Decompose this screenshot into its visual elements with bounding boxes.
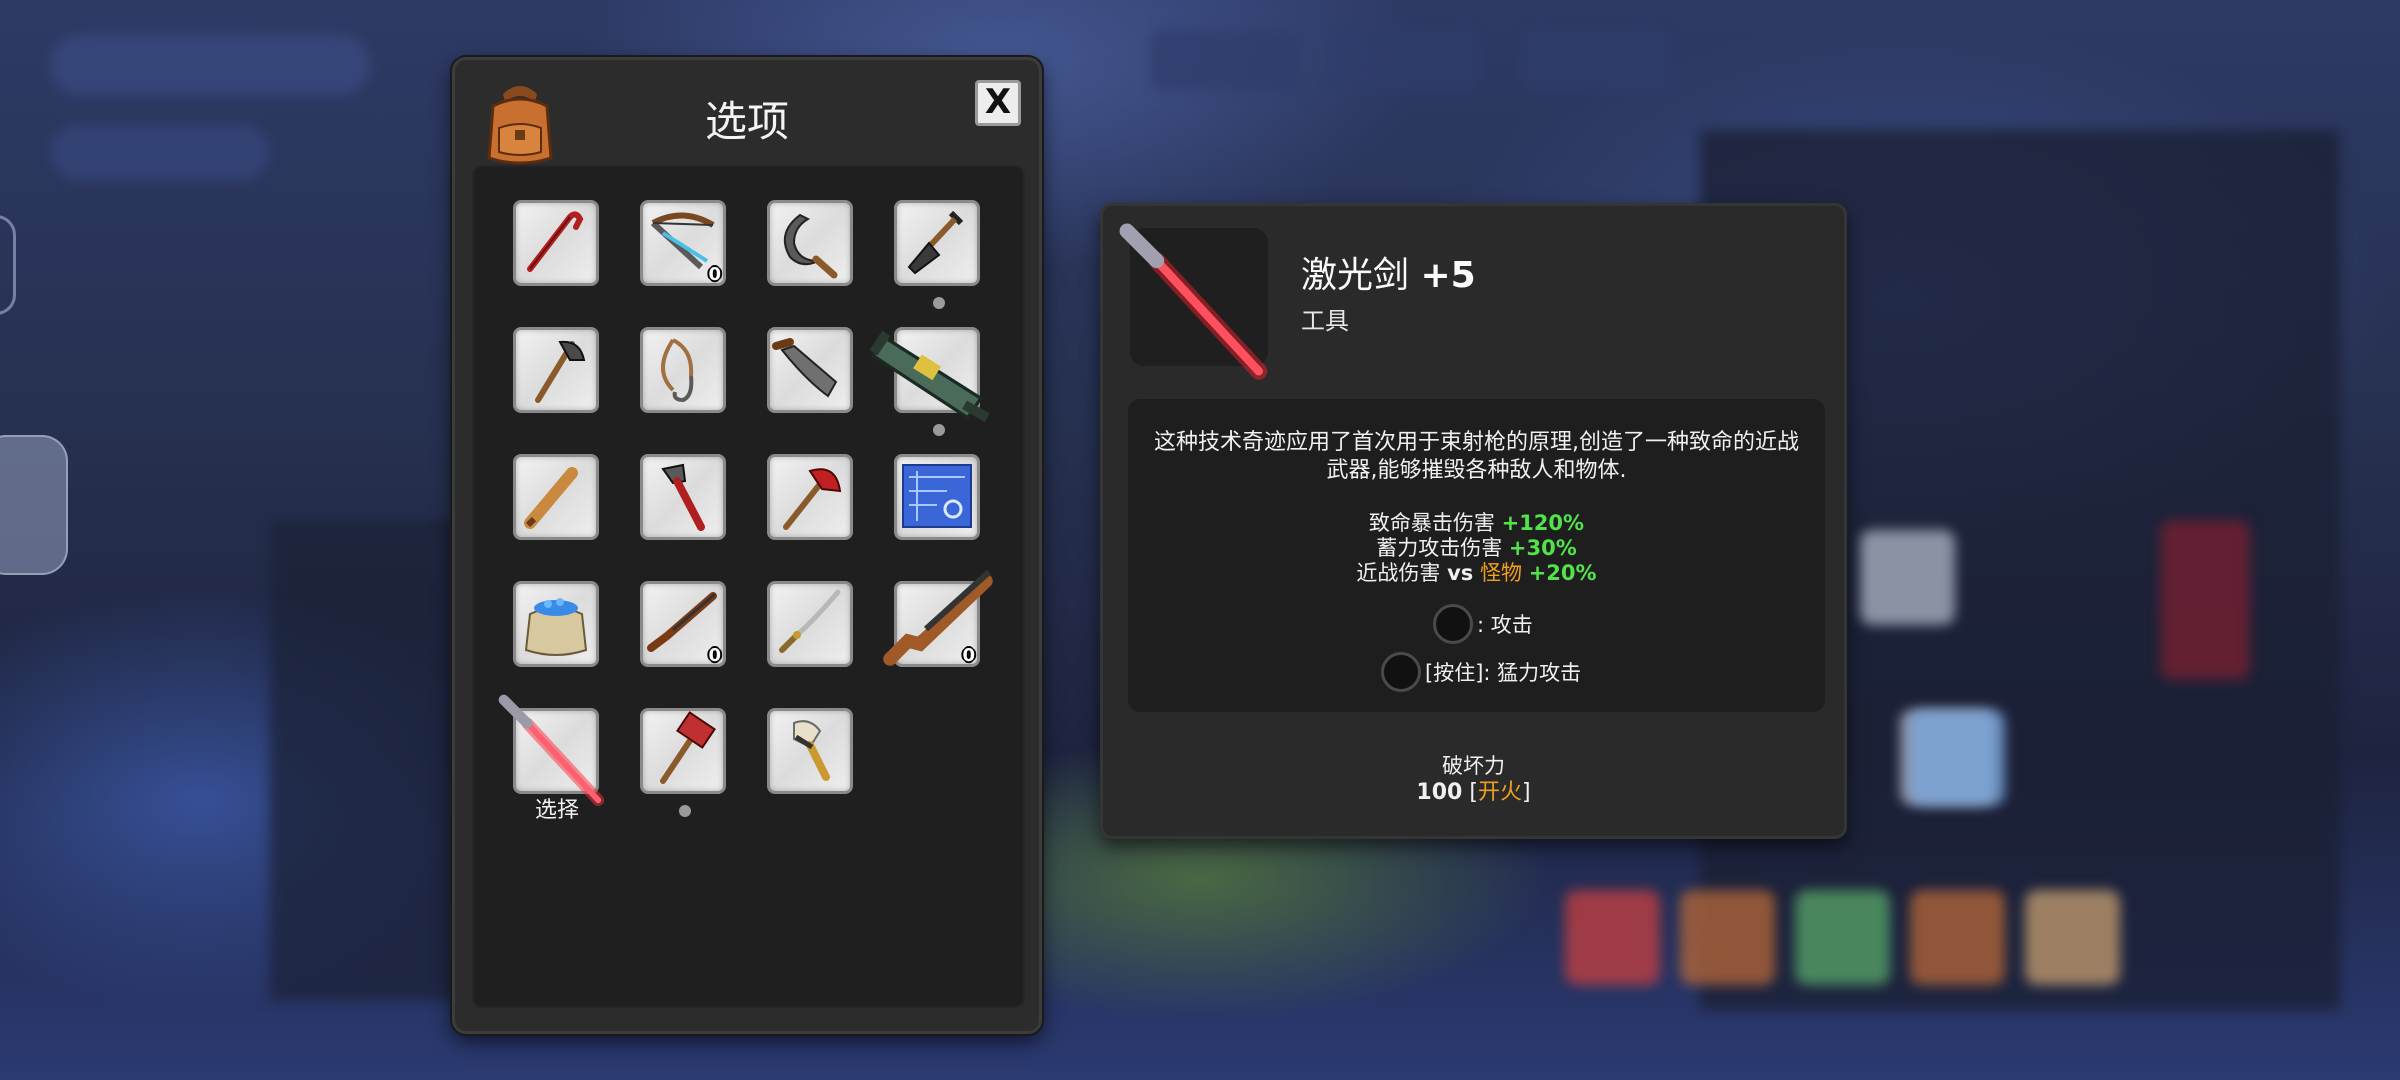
side-drawer-tab[interactable] [0, 215, 16, 315]
grappling-rope-icon [661, 338, 694, 403]
background-slot [1910, 710, 2005, 805]
item-stats: 致命暴击伤害 +120% 蓄力攻击伤害 +30% 近战伤害 vs 怪物 +20% [1128, 511, 1825, 586]
heavy-attack-button-icon[interactable] [1381, 652, 1421, 692]
break-power-extra: 开火 [1477, 780, 1522, 805]
background-top-button [1150, 30, 1300, 90]
fire-axe-icon [783, 468, 842, 530]
background-shape [2160, 520, 2250, 680]
inventory-grid: 0 0 0 选择 [472, 165, 1025, 1008]
bracket-close: ] [1521, 780, 1531, 805]
background-slot [1860, 530, 1955, 625]
rocket-launcher-slot[interactable] [869, 327, 990, 422]
inventory-title: 选项 [704, 97, 789, 146]
item-detail-panel: 激光剑 +5 工具 这种技术奇迹应用了首次用于束射枪的原理,创造了一种致命的近战… [1100, 203, 1847, 839]
inventory-panel: 选项 X 0 0 0 选择 [452, 57, 1042, 1034]
shotgun-quantity: 0 [962, 645, 975, 666]
selected-slot-label: 选择 [535, 798, 580, 823]
laser-sword-slot[interactable] [498, 694, 605, 807]
stat-row: 致命暴击伤害 +120% [1128, 511, 1825, 536]
heavy-attack-control: [按住]: 猛力攻击 [1381, 652, 1581, 692]
background-slot [1565, 890, 1660, 985]
attack-button-icon[interactable] [1433, 604, 1473, 644]
laser-sword-icon [1119, 223, 1268, 380]
background-slot [2025, 890, 2120, 985]
stat-row: 蓄力攻击伤害 +30% [1128, 536, 1825, 561]
paint-brush-icon [793, 720, 830, 781]
paint-brush-slot[interactable] [767, 708, 853, 794]
sledgehammer-icon [660, 711, 716, 784]
background-panel [270, 520, 470, 1000]
rifle-slot[interactable]: 0 [640, 581, 726, 667]
rocket-launcher-icon [869, 330, 990, 422]
baseball-bat-slot[interactable] [513, 454, 599, 540]
machete-icon [772, 338, 838, 398]
crossbow-quantity: 0 [708, 264, 721, 285]
stat-vs: vs [1447, 561, 1474, 585]
stat-label: 致命暴击伤害 [1368, 511, 1495, 535]
background-status-bar [50, 125, 270, 180]
blueprint-icon [902, 464, 972, 528]
sledgehammer-slot[interactable] [640, 708, 726, 794]
background-slot [1680, 890, 1775, 985]
katana-icon [779, 589, 841, 653]
sickle-icon [783, 213, 838, 279]
sledgehammer-indicator-dot [679, 805, 691, 817]
fire-axe-slot[interactable] [767, 454, 853, 540]
pipe-wrench-icon [661, 463, 705, 531]
stat-row: 近战伤害 vs 怪物 +20% [1128, 561, 1825, 586]
bracket-open: [ [1469, 780, 1478, 805]
machete-slot[interactable] [767, 327, 853, 413]
rocket-launcher-indicator-dot [933, 424, 945, 436]
baseball-bat-icon [524, 467, 578, 529]
attack-control: : 攻击 [1433, 604, 1533, 644]
stat-target: 怪物 [1480, 561, 1522, 585]
side-drawer-handle[interactable] [0, 435, 68, 575]
shovel-slot[interactable] [894, 200, 980, 286]
background-profile-bar [50, 35, 370, 95]
gem-sack-slot[interactable] [513, 581, 599, 667]
item-preview [1119, 223, 1268, 380]
attack-control-label: : 攻击 [1477, 613, 1533, 637]
item-level: +5 [1420, 255, 1476, 296]
item-name: 激光剑 +5 [1301, 246, 1476, 298]
background-top-button [1330, 30, 1480, 90]
shovel-icon [907, 210, 964, 275]
axe-icon [535, 340, 586, 403]
stat-value: +30% [1508, 536, 1577, 560]
background-slot [1795, 890, 1890, 985]
break-power-number: 100 [1416, 780, 1463, 805]
shotgun-slot[interactable]: 0 [883, 569, 993, 667]
item-description-box: 这种技术奇迹应用了首次用于束射枪的原理,创造了一种致命的近战武器,能够摧毁各种敌… [1128, 399, 1825, 712]
crossbow-slot[interactable]: 0 [640, 200, 726, 286]
gem-sack-icon [524, 598, 588, 656]
axe-slot[interactable] [513, 327, 599, 413]
background-top-button [1520, 30, 1670, 90]
item-description: 这种技术奇迹应用了首次用于束射枪的原理,创造了一种致命的近战武器,能够摧毁各种敌… [1154, 430, 1799, 483]
shotgun-icon [883, 569, 993, 666]
crowbar-slot[interactable] [513, 200, 599, 286]
pipe-wrench-slot[interactable] [640, 454, 726, 540]
break-power-value: 100 [开火] [1103, 774, 1844, 806]
stat-value: +20% [1528, 561, 1597, 585]
crowbar-icon [527, 211, 584, 272]
heavy-attack-control-label: [按住]: 猛力攻击 [1425, 661, 1582, 685]
sickle-slot[interactable] [767, 200, 853, 286]
item-name-text: 激光剑 [1301, 255, 1410, 296]
close-button[interactable]: X [975, 80, 1021, 126]
stat-label: 蓄力攻击伤害 [1376, 536, 1503, 560]
stat-label: 近战伤害 [1356, 561, 1441, 585]
rifle-quantity: 0 [708, 645, 721, 666]
background-slot [1910, 890, 2005, 985]
item-type: 工具 [1301, 307, 1349, 335]
blueprint-slot[interactable] [894, 454, 980, 540]
stat-value: +120% [1501, 511, 1585, 535]
grappling-rope-slot[interactable] [640, 327, 726, 413]
katana-slot[interactable] [767, 581, 853, 667]
